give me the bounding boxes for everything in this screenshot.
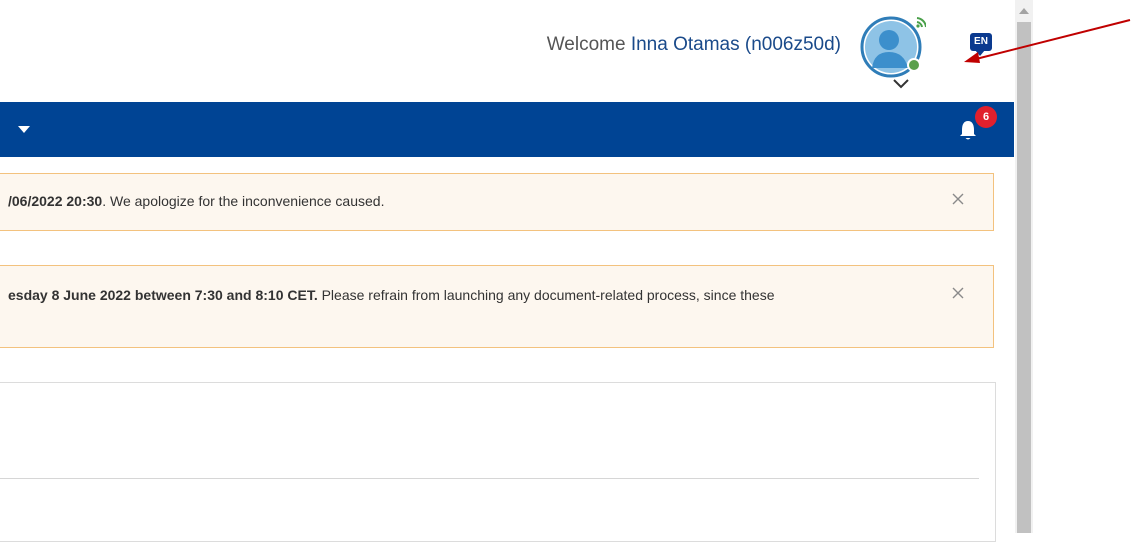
scroll-up-icon[interactable] — [1019, 8, 1029, 14]
maintenance-alert: esday 8 June 2022 between 7:30 and 8:10 … — [0, 265, 994, 348]
alert-bold-text: /06/2022 20:30 — [8, 193, 103, 209]
maintenance-alert: /06/2022 20:30. We apologize for the inc… — [0, 173, 994, 231]
close-icon[interactable] — [951, 286, 965, 300]
chevron-down-icon[interactable] — [892, 78, 910, 90]
caret-down-icon[interactable] — [18, 126, 30, 133]
welcome-message: Welcome Inna Otamas (n006z50d) — [547, 34, 841, 56]
user-name[interactable]: Inna Otamas (n006z50d) — [631, 34, 841, 55]
scrollbar-thumb[interactable] — [1017, 22, 1031, 533]
alert-message: esday 8 June 2022 between 7:30 and 8:10 … — [8, 287, 775, 303]
vertical-scrollbar[interactable] — [1015, 0, 1033, 533]
alert-message: /06/2022 20:30. We apologize for the inc… — [8, 193, 384, 209]
red-arrow-icon — [964, 19, 1131, 63]
notification-count-badge: 6 — [975, 106, 997, 128]
close-icon[interactable] — [951, 192, 965, 206]
alert-text: Please refrain from launching any docume… — [317, 287, 775, 303]
user-avatar-icon[interactable] — [860, 12, 927, 78]
content-panel — [0, 382, 996, 542]
alert-bold-text: esday 8 June 2022 between 7:30 and 8:10 … — [8, 287, 318, 303]
divider — [0, 478, 979, 479]
main-navbar: 6 — [0, 102, 1014, 157]
welcome-prefix: Welcome — [546, 34, 626, 55]
alert-text: . We apologize for the inconvenience cau… — [102, 193, 385, 209]
